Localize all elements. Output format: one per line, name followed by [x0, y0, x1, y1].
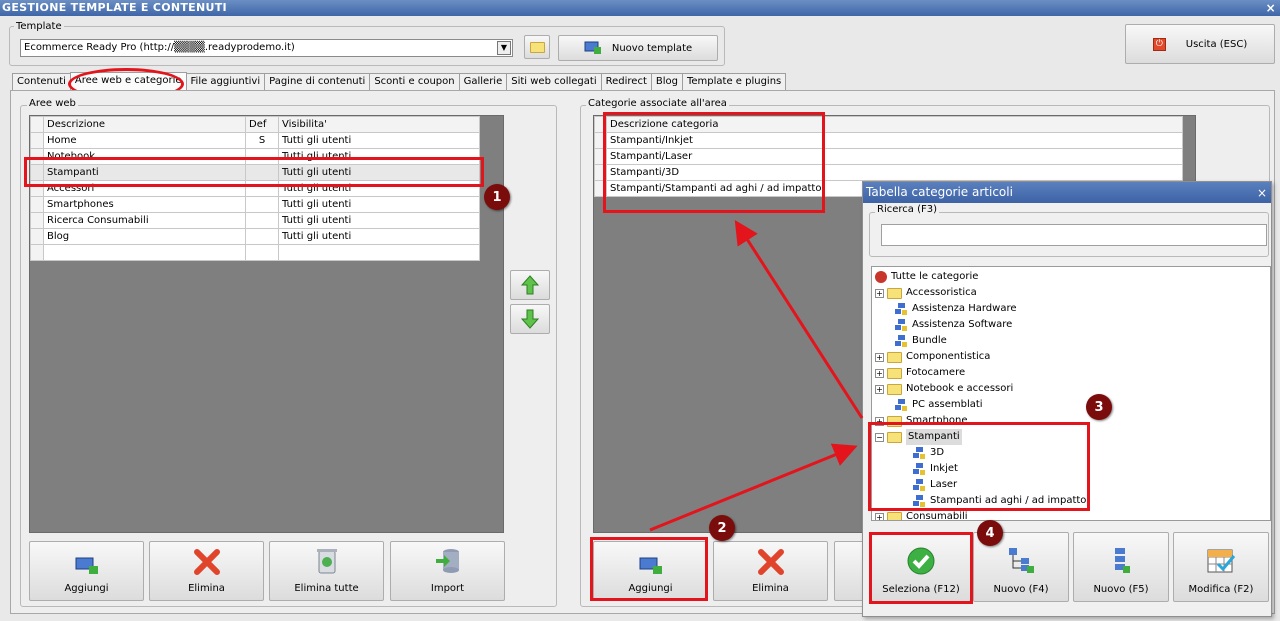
step-badge-3: 3 [1086, 394, 1112, 420]
step-badge-1: 1 [484, 184, 510, 210]
step-badge-2: 2 [709, 515, 735, 541]
arrow-add-to-tree [649, 443, 858, 532]
annotation-arrows [649, 219, 864, 532]
arrow-tree-to-list [734, 219, 864, 419]
step-badge-4: 4 [977, 520, 1003, 546]
